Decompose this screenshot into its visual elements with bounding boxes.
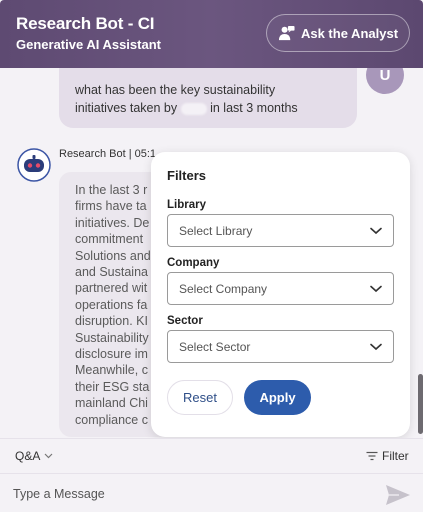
qa-mode-label: Q&A [15, 449, 41, 463]
app-subtitle: Generative AI Assistant [16, 37, 161, 52]
library-select[interactable]: Select Library [167, 214, 394, 247]
library-select-value: Select Library [179, 223, 253, 238]
chat-toolbar: Q&A Filter [0, 438, 423, 473]
filters-panel: Filters Library Select Library Company S… [151, 152, 410, 437]
app-title: Research Bot - CI [16, 14, 155, 33]
chevron-down-icon [370, 227, 382, 234]
reset-button[interactable]: Reset [167, 380, 233, 415]
redacted-text [180, 102, 207, 115]
chevron-down-icon [44, 453, 53, 459]
company-label: Company [167, 257, 220, 269]
sector-select[interactable]: Select Sector [167, 330, 394, 363]
filter-icon [366, 451, 378, 461]
message-input[interactable] [13, 482, 373, 506]
ask-analyst-label: Ask the Analyst [300, 25, 399, 41]
chevron-down-icon [370, 285, 382, 292]
bot-avatar-icon [17, 148, 51, 182]
composer [0, 473, 423, 512]
qa-mode-dropdown[interactable]: Q&A [15, 449, 53, 463]
user-message-line1: what has been the key sustainability [75, 83, 276, 97]
sector-label: Sector [167, 315, 203, 327]
chat-scrollbar[interactable] [418, 374, 423, 434]
company-select[interactable]: Select Company [167, 272, 394, 305]
ask-analyst-button[interactable]: Ask the Analyst [266, 14, 410, 52]
send-icon[interactable] [385, 484, 411, 506]
user-message-line2-start: initiatives taken by [75, 101, 178, 115]
filter-label: Filter [382, 449, 409, 463]
sector-select-value: Select Sector [179, 339, 251, 354]
filter-button[interactable]: Filter [366, 449, 409, 463]
bot-message-meta: Research Bot | 05:1 [59, 148, 157, 160]
filters-title: Filters [167, 168, 207, 183]
apply-button[interactable]: Apply [244, 380, 311, 415]
user-avatar: U [366, 68, 404, 94]
user-message-line2-end: in last 3 months [210, 101, 298, 115]
user-message: what has been the key sustainability ini… [59, 68, 357, 128]
library-label: Library [167, 199, 206, 211]
chevron-down-icon [370, 343, 382, 350]
analyst-icon [278, 25, 295, 40]
company-select-value: Select Company [179, 281, 268, 296]
chat-header: Research Bot - CI Generative AI Assistan… [0, 0, 423, 68]
